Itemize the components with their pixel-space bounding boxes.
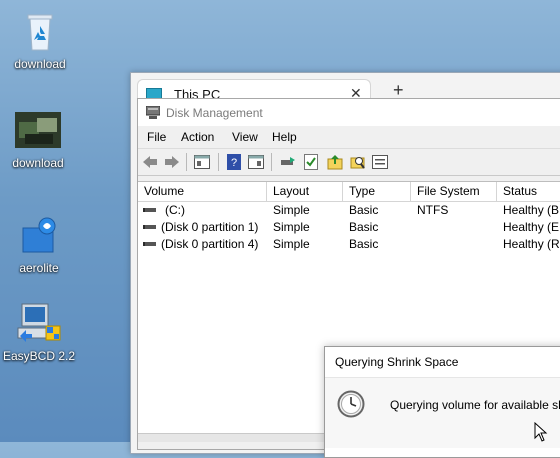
querying-shrink-dialog: Querying Shrink Space Querying volume fo… (324, 346, 560, 458)
desktop-icon-label: download (12, 156, 64, 170)
volume-icon (143, 207, 156, 212)
checklist-icon[interactable] (302, 153, 320, 171)
toolbar-separator (218, 153, 219, 171)
status-cell: Healthy (E... (503, 220, 560, 234)
menu-file[interactable]: File (147, 130, 166, 144)
title-bar: Disk Management (138, 99, 560, 126)
aerolite-app-icon (17, 214, 61, 258)
window-title: Disk Management (166, 106, 263, 120)
easybcd-installer-icon (16, 300, 62, 346)
properties-view-icon[interactable] (247, 153, 265, 171)
column-header-file-system[interactable]: File System (411, 182, 497, 201)
svg-text:?: ? (231, 157, 237, 169)
desktop-icon-photo[interactable]: download (0, 112, 76, 170)
dialog-body: Querying volume for available shrink (325, 378, 560, 448)
help-icon[interactable]: ? (225, 153, 243, 171)
table-row[interactable]: (C:) Simple Basic NTFS Healthy (B... (138, 202, 560, 219)
show-hide-console-tree-icon[interactable] (193, 153, 211, 171)
file-system-cell: NTFS (417, 203, 449, 217)
type-cell: Basic (349, 237, 379, 251)
volume-cell: (C:) (143, 202, 267, 219)
menu-view[interactable]: View (232, 130, 258, 144)
photo-thumbnail-icon (15, 112, 61, 148)
table-row[interactable]: (Disk 0 partition 1) Simple Basic Health… (138, 219, 560, 236)
toolbar: ? (138, 148, 560, 176)
layout-cell: Simple (273, 220, 310, 234)
desktop-icon-easybcd[interactable]: EasyBCD 2.2 (1, 300, 77, 363)
layout-cell: Simple (273, 237, 310, 251)
menu-action[interactable]: Action (181, 130, 214, 144)
layout-cell: Simple (273, 203, 310, 217)
status-cell: Healthy (B... (503, 203, 560, 217)
status-cell: Healthy (R... (503, 237, 560, 251)
properties-list-icon[interactable] (371, 153, 389, 171)
column-header-volume[interactable]: Volume (138, 182, 267, 201)
desktop-icon-recycle-bin[interactable]: download (2, 10, 78, 71)
recycle-bin-icon (18, 10, 62, 54)
desktop-icon-label: aerolite (19, 261, 59, 275)
volume-name: (Disk 0 partition 4) (161, 237, 259, 251)
volume-cell: (Disk 0 partition 4) (143, 236, 267, 253)
search-folder-icon[interactable] (349, 153, 367, 171)
back-arrow-icon[interactable] (141, 153, 159, 171)
type-cell: Basic (349, 220, 379, 234)
disk-management-app-icon (145, 105, 161, 119)
volume-icon (143, 241, 156, 246)
desktop-icon-aerolite[interactable]: aerolite (1, 214, 77, 275)
menu-bar: File Action View Help (138, 126, 560, 148)
dialog-title: Querying Shrink Space (325, 347, 560, 378)
volume-name: (C:) (165, 203, 185, 217)
volume-cell: (Disk 0 partition 1) (143, 219, 267, 236)
up-folder-icon[interactable] (326, 153, 344, 171)
desktop-icon-label: download (14, 57, 66, 71)
dialog-message: Querying volume for available shrink (390, 398, 560, 412)
menu-help[interactable]: Help (272, 130, 297, 144)
list-header: Volume Layout Type File System Status (138, 182, 560, 202)
type-cell: Basic (349, 203, 379, 217)
volume-icon (143, 224, 156, 229)
column-header-layout[interactable]: Layout (267, 182, 343, 201)
column-header-type[interactable]: Type (343, 182, 411, 201)
volume-name: (Disk 0 partition 1) (161, 220, 259, 234)
toolbar-separator (186, 153, 187, 171)
table-row[interactable]: (Disk 0 partition 4) Simple Basic Health… (138, 236, 560, 253)
forward-arrow-icon[interactable] (163, 153, 181, 171)
column-header-status[interactable]: Status (497, 182, 560, 201)
clock-icon (337, 390, 365, 418)
connect-disk-icon[interactable] (279, 153, 297, 171)
toolbar-separator (271, 153, 272, 171)
desktop-icon-label: EasyBCD 2.2 (2, 349, 76, 363)
